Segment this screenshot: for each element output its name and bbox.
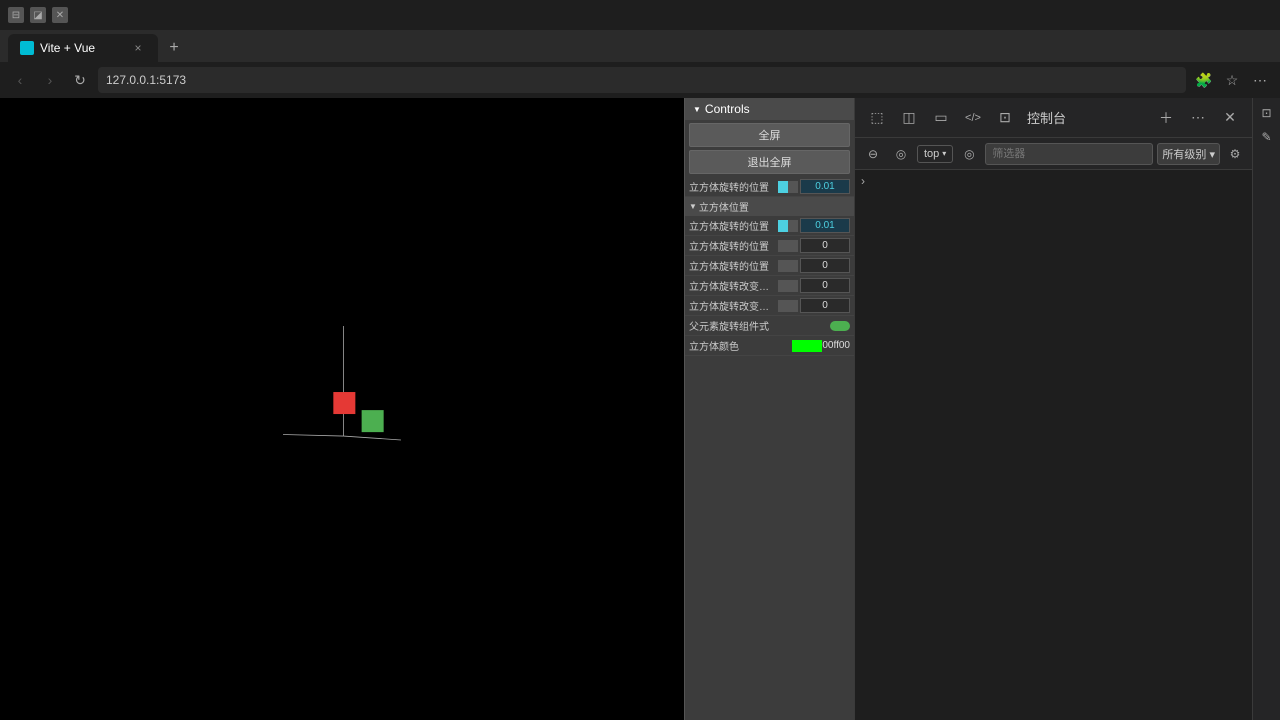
address-bar[interactable]: 127.0.0.1:5173	[98, 67, 1186, 93]
close-devtools-button[interactable]: ✕	[1216, 104, 1244, 132]
code-view-button[interactable]: </>	[959, 104, 987, 132]
ctrl-slider-4[interactable]	[778, 260, 798, 272]
control-row-3: 立方体旋转的位置 0	[685, 236, 854, 256]
sys-icon-2[interactable]: ◪	[30, 7, 46, 23]
tab-favicon	[20, 41, 34, 55]
fullscreen-button[interactable]: 全屏	[689, 123, 850, 147]
category-label: 所有级别	[1162, 149, 1206, 161]
address-text: 127.0.0.1:5173	[106, 73, 186, 87]
devtools-toolbar: ⬚ ◫ ▭ </> ⊡ 控制台 ＋ ⋯ ✕	[855, 98, 1252, 138]
ctrl-value-6[interactable]: 0	[800, 298, 850, 313]
title-bar-left: ⊟ ◪ ✕	[8, 7, 68, 23]
section-chevron-icon: ▼	[689, 202, 697, 211]
category-select[interactable]: 所有级别 ▾	[1157, 143, 1220, 165]
more-button[interactable]: ⋯	[1248, 68, 1272, 92]
control-row-4: 立方体旋转的位置 0	[685, 256, 854, 276]
browser-tab-active[interactable]: Vite + Vue ×	[8, 34, 158, 62]
ctrl-label-1: 立方体旋转的位置	[689, 179, 778, 194]
ctrl-value-1[interactable]: 0.01	[800, 179, 850, 194]
refresh-button[interactable]: ↻	[68, 68, 92, 92]
main-area: ▼ Controls 全屏 退出全屏 立方体旋转的位置 0.01 ▼ 立方体位置…	[0, 98, 1280, 720]
scene-svg	[0, 98, 684, 611]
inspect-element-button[interactable]: ⬚	[863, 104, 891, 132]
more-options-button[interactable]: ⋯	[1184, 104, 1212, 132]
section-label: 立方体位置	[699, 199, 749, 214]
viewport	[0, 98, 684, 720]
tab-title: Vite + Vue	[40, 41, 95, 55]
color-hex-text: 00ff00	[822, 340, 850, 351]
ctrl-value-4[interactable]: 0	[800, 258, 850, 273]
navigation-bar: ‹ › ↻ 127.0.0.1:5173 🧩 ☆ ⋯	[0, 62, 1280, 98]
sidebar-icons: ⊡ ✎	[1252, 98, 1280, 720]
realtime-button[interactable]: ◎	[957, 142, 981, 166]
responsive-button[interactable]: ▭	[927, 104, 955, 132]
tab-close-button[interactable]: ×	[130, 40, 146, 56]
color-row: 立方体颜色 00ff00	[685, 336, 854, 356]
back-button[interactable]: ‹	[8, 68, 32, 92]
control-row-6: 立方体旋转改变触发事件 0	[685, 296, 854, 316]
ctrl-slider-6[interactable]	[778, 300, 798, 312]
expand-icon: ›	[861, 174, 865, 188]
toggle-switch[interactable]	[830, 321, 850, 331]
ctrl-label-5: 立方体旋转改变触发事件	[689, 278, 778, 293]
ctrl-slider-3[interactable]	[778, 240, 798, 252]
category-chevron-icon: ▾	[1209, 149, 1215, 161]
ctrl-slider-2[interactable]	[778, 220, 798, 232]
sidebar-icon-inspect[interactable]: ⊡	[1256, 102, 1278, 124]
console-settings-button[interactable]: ⚙	[1224, 143, 1246, 165]
ctrl-label-6: 立方体旋转改变触发事件	[689, 298, 778, 313]
extensions-button[interactable]: 🧩	[1192, 68, 1216, 92]
top-context-selector[interactable]: top ▾	[917, 145, 953, 163]
controls-title: Controls	[705, 102, 750, 116]
filter-input[interactable]	[985, 143, 1153, 165]
nav-extras: 🧩 ☆ ⋯	[1192, 68, 1272, 92]
top-chevron-icon: ▾	[942, 149, 946, 158]
controls-panel: ▼ Controls 全屏 退出全屏 立方体旋转的位置 0.01 ▼ 立方体位置…	[684, 98, 854, 720]
sidebar-icon-styles[interactable]: ✎	[1256, 126, 1278, 148]
sys-icon-3[interactable]: ✕	[52, 7, 68, 23]
toggle-row: 父元素旋转组件式	[685, 316, 854, 336]
devtools-title: 控制台	[1027, 108, 1066, 127]
color-label: 立方体颜色	[689, 338, 792, 353]
tab-bar: Vite + Vue × +	[0, 30, 1280, 62]
controls-header[interactable]: ▼ Controls	[685, 98, 854, 120]
ctrl-value-5[interactable]: 0	[800, 278, 850, 293]
ctrl-label-3: 立方体旋转的位置	[689, 238, 778, 253]
ctrl-value-3[interactable]: 0	[800, 238, 850, 253]
control-row-1: 立方体旋转的位置 0.01	[685, 177, 854, 197]
color-swatch[interactable]	[792, 340, 822, 352]
devtools-panel: ⬚ ◫ ▭ </> ⊡ 控制台 ＋ ⋯ ✕ ⊖ ◎ top ▾ ◎ 所有级别 ▾	[854, 98, 1252, 720]
filter-toggle-button[interactable]: ◎	[889, 142, 913, 166]
sys-icon-1[interactable]: ⊟	[8, 7, 24, 23]
console-content: ›	[855, 170, 1252, 720]
add-panel-button[interactable]: ＋	[1152, 104, 1180, 132]
top-label: top	[924, 148, 939, 160]
ctrl-value-2[interactable]: 0.01	[800, 218, 850, 233]
favorites-button[interactable]: ☆	[1220, 68, 1244, 92]
console-chevron-row[interactable]: ›	[855, 170, 1252, 192]
control-row-2: 立方体旋转的位置 0.01	[685, 216, 854, 236]
control-row-5: 立方体旋转改变触发事件 0	[685, 276, 854, 296]
ctrl-slider-1[interactable]	[778, 181, 798, 193]
controls-chevron-icon: ▼	[693, 105, 701, 114]
ctrl-slider-5[interactable]	[778, 280, 798, 292]
toggle-label: 父元素旋转组件式	[689, 318, 830, 333]
section-header-position[interactable]: ▼ 立方体位置	[685, 197, 854, 216]
forward-button[interactable]: ›	[38, 68, 62, 92]
title-bar: ⊟ ◪ ✕	[0, 0, 1280, 30]
devtools-subtoolbar: ⊖ ◎ top ▾ ◎ 所有级别 ▾ ⚙	[855, 138, 1252, 170]
console-button[interactable]: ⊡	[991, 104, 1019, 132]
clear-console-button[interactable]: ⊖	[861, 142, 885, 166]
system-icons: ⊟ ◪ ✕	[8, 7, 68, 23]
ctrl-label-2: 立方体旋转的位置	[689, 218, 778, 233]
exit-fullscreen-button[interactable]: 退出全屏	[689, 150, 850, 174]
device-toolbar-button[interactable]: ◫	[895, 104, 923, 132]
browser-chrome: ⊟ ◪ ✕ Vite + Vue × + ‹ › ↻ 127.0.0.1:517…	[0, 0, 1280, 98]
new-tab-button[interactable]: +	[160, 34, 188, 62]
ctrl-label-4: 立方体旋转的位置	[689, 258, 778, 273]
